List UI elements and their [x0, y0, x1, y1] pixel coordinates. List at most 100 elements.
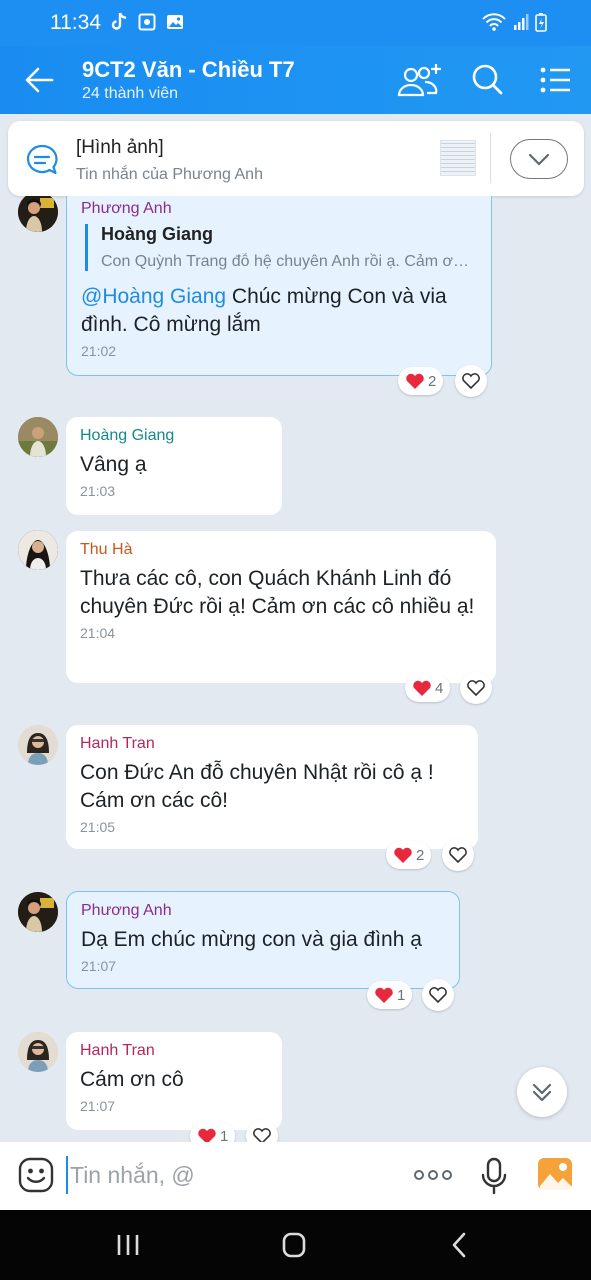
avatar[interactable] — [18, 725, 58, 765]
sender-name: Thu Hà — [80, 541, 133, 558]
heart-outline-icon — [462, 373, 480, 390]
heart-icon — [375, 987, 393, 1003]
status-system-icons — [481, 12, 547, 37]
message-bubble[interactable]: Hanh Tran Cám ơn cô 21:07 — [66, 1032, 282, 1130]
pinned-title: [Hình ảnh] — [76, 137, 164, 158]
menu-icon — [540, 67, 570, 93]
emoji-button[interactable] — [18, 1157, 54, 1193]
reaction-count[interactable]: 1 — [190, 1122, 236, 1142]
heart-icon — [394, 847, 412, 863]
back-button[interactable] — [22, 64, 56, 96]
message-time: 21:03 — [80, 483, 116, 499]
reaction-count[interactable]: 2 — [386, 841, 432, 869]
gallery-app-icon — [138, 12, 156, 32]
quoted-text: Con Quỳnh Trang đỗ hệ chuyên Anh rồi ạ. … — [101, 253, 477, 270]
reaction-count[interactable]: 1 — [367, 981, 413, 1009]
expand-pinned-button[interactable] — [510, 139, 568, 179]
sender-name: Hanh Tran — [80, 1042, 155, 1059]
wifi-icon — [481, 12, 507, 37]
image-notification-icon — [166, 12, 184, 32]
message-text: Vâng ạ — [80, 453, 147, 476]
message-time: 21:04 — [80, 625, 116, 641]
heart-outline-icon — [429, 987, 447, 1004]
add-member-button[interactable] — [396, 62, 441, 98]
emoji-icon — [18, 1157, 54, 1193]
heart-outline-icon — [253, 1128, 271, 1142]
pinned-image-thumbnail[interactable] — [440, 140, 476, 176]
heart-icon — [406, 373, 424, 389]
system-back-button[interactable] — [450, 1232, 468, 1258]
react-heart-button[interactable] — [455, 365, 487, 397]
chat-header: 9CT2 Văn - Chiều T7 24 thành viên — [0, 46, 591, 114]
message-time: 21:07 — [80, 1098, 116, 1114]
member-count[interactable]: 24 thành viên — [82, 85, 178, 103]
message-bubble[interactable]: Phương Anh Hoàng Giang Con Quỳnh Trang đ… — [66, 196, 492, 376]
avatar[interactable] — [18, 1032, 58, 1072]
double-chevron-down-icon — [532, 1083, 552, 1102]
heart-icon — [198, 1128, 216, 1142]
system-navigation-bar — [0, 1210, 591, 1280]
back-chevron-icon — [452, 1232, 466, 1258]
message-bubble[interactable]: Phương Anh Dạ Em chúc mừng con và gia đì… — [66, 891, 460, 989]
avatar[interactable] — [18, 530, 58, 570]
sender-name: Hoàng Giang — [80, 427, 175, 444]
message-bubble[interactable]: Thu Hà Thưa các cô, con Quách Khánh Linh… — [66, 531, 496, 683]
avatar[interactable] — [18, 892, 58, 932]
search-icon — [472, 64, 503, 95]
chevron-down-icon — [528, 153, 550, 166]
react-heart-button[interactable] — [442, 839, 474, 871]
react-heart-button[interactable] — [460, 672, 492, 704]
message-time: 21:02 — [81, 343, 117, 359]
recent-apps-icon — [117, 1235, 139, 1255]
message-text: @Hoàng Giang Chúc mừng Con và via đình. … — [81, 285, 447, 336]
heart-outline-icon — [449, 847, 467, 864]
message-text: Thưa các cô, con Quách Khánh Linh đó chu… — [80, 567, 475, 618]
message-time: 21:07 — [81, 958, 117, 974]
status-time: 11:34 — [50, 11, 101, 34]
sender-name: Phương Anh — [81, 200, 172, 217]
pinned-message[interactable]: [Hình ảnh] Tin nhắn của Phương Anh — [8, 121, 584, 196]
status-notification-icons — [110, 12, 184, 32]
more-options-button[interactable] — [414, 1166, 456, 1184]
group-title[interactable]: 9CT2 Văn - Chiều T7 — [82, 57, 295, 83]
voice-message-button[interactable] — [480, 1157, 508, 1195]
menu-button[interactable] — [538, 62, 578, 98]
image-icon — [538, 1158, 572, 1190]
mic-icon — [481, 1157, 507, 1195]
message-composer — [0, 1142, 591, 1210]
divider — [490, 133, 491, 183]
avatar[interactable] — [18, 196, 58, 232]
heart-outline-icon — [467, 680, 485, 697]
sender-name: Phương Anh — [81, 902, 172, 919]
battery-charging-icon — [535, 12, 547, 37]
home-icon — [282, 1232, 306, 1258]
more-dots-icon — [414, 1170, 424, 1180]
message-bubble[interactable]: Hanh Tran Con Đức An đỗ chuyên Nhật rồi … — [66, 725, 478, 849]
signal-icon — [513, 13, 529, 36]
message-bubble[interactable]: Hoàng Giang Vâng ạ 21:03 — [66, 417, 282, 515]
quoted-message[interactable]: Hoàng Giang Con Quỳnh Trang đỗ hệ chuyên… — [85, 224, 477, 271]
avatar[interactable] — [18, 417, 58, 457]
message-input[interactable] — [66, 1156, 396, 1194]
mention-link[interactable]: @Hoàng Giang — [81, 285, 226, 308]
reaction-count[interactable]: 2 — [398, 367, 444, 395]
recent-apps-button[interactable] — [115, 1234, 141, 1256]
scroll-to-bottom-button[interactable] — [517, 1067, 567, 1117]
message-time: 21:05 — [80, 819, 116, 835]
heart-icon — [413, 680, 431, 696]
reaction-count[interactable]: 4 — [405, 674, 451, 702]
status-bar: 11:34 — [0, 0, 591, 46]
tiktok-icon — [110, 12, 128, 32]
search-button[interactable] — [468, 62, 508, 98]
quoted-sender: Hoàng Giang — [101, 224, 213, 244]
react-heart-button[interactable] — [422, 979, 454, 1011]
send-image-button[interactable] — [536, 1156, 574, 1192]
message-list[interactable]: Phương Anh Hoàng Giang Con Quỳnh Trang đ… — [0, 196, 591, 1142]
chat-bubble-icon — [25, 143, 59, 177]
message-text: Dạ Em chúc mừng con và gia đình ạ — [81, 928, 422, 951]
sender-name: Hanh Tran — [80, 735, 155, 752]
message-text: Cám ơn cô — [80, 1068, 184, 1091]
add-member-icon — [397, 64, 441, 97]
pinned-subtitle: Tin nhắn của Phương Anh — [76, 166, 263, 183]
home-button[interactable] — [282, 1232, 306, 1258]
